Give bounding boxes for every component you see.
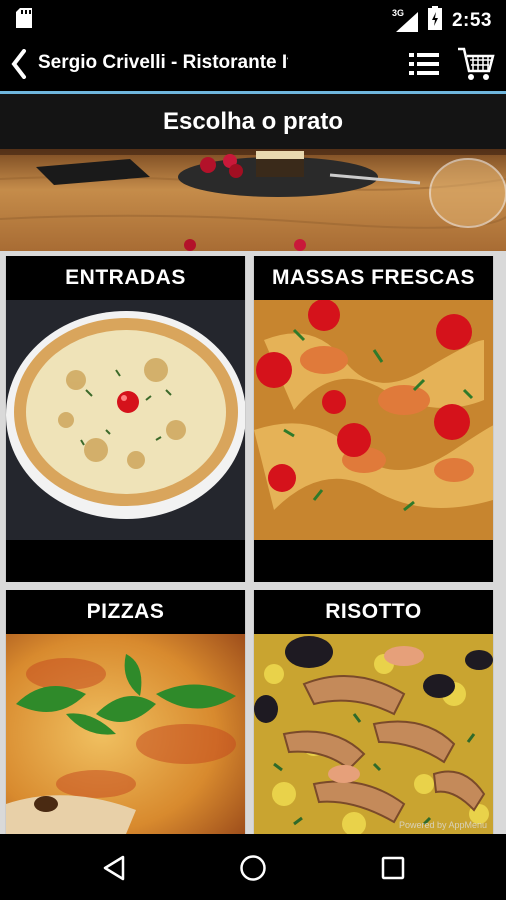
watermark: Powered by AppMenu: [398, 820, 487, 830]
clock: 2:53: [451, 9, 492, 31]
section-title: Escolha o prato: [162, 107, 344, 135]
navigation-bar: [0, 834, 506, 900]
entradas-image: [6, 300, 245, 540]
section-header: Escolha o prato: [0, 94, 506, 149]
back-chevron-icon[interactable]: [8, 44, 30, 84]
sd-card-icon: [16, 8, 32, 33]
category-tile-massas-frescas[interactable]: MASSAS FRESCAS: [253, 256, 494, 582]
category-tile-pizzas[interactable]: PIZZAS: [5, 590, 246, 834]
category-tile-entradas[interactable]: ENTRADAS: [5, 256, 246, 582]
app-bar: Sergio Crivelli - Ristorante It...: [0, 36, 506, 92]
back-triangle-icon[interactable]: [98, 852, 130, 884]
risotto-image: Powered by AppMenu: [254, 634, 493, 834]
status-bar: 3G 2:53: [0, 0, 506, 36]
category-grid: ENTRADAS MASSAS FRESCAS PIZZAS RISOTTO P…: [0, 251, 506, 834]
category-label: RISOTTO: [254, 590, 493, 634]
battery-icon: [427, 6, 442, 35]
app-title: Sergio Crivelli - Ristorante It...: [38, 52, 288, 73]
list-icon[interactable]: [408, 48, 440, 80]
category-tile-risotto[interactable]: RISOTTO Powered by AppMenu: [253, 590, 494, 834]
restaurant-banner-image: [0, 149, 506, 251]
category-label: MASSAS FRESCAS: [254, 256, 493, 300]
pizzas-image: [6, 634, 245, 834]
category-label: PIZZAS: [6, 590, 245, 634]
recents-square-icon[interactable]: [377, 852, 409, 884]
signal-icon: 3G: [392, 8, 418, 32]
home-circle-icon[interactable]: [237, 852, 269, 884]
category-label: ENTRADAS: [6, 256, 245, 300]
cart-icon[interactable]: [456, 44, 496, 84]
massas-frescas-image: [254, 300, 493, 540]
